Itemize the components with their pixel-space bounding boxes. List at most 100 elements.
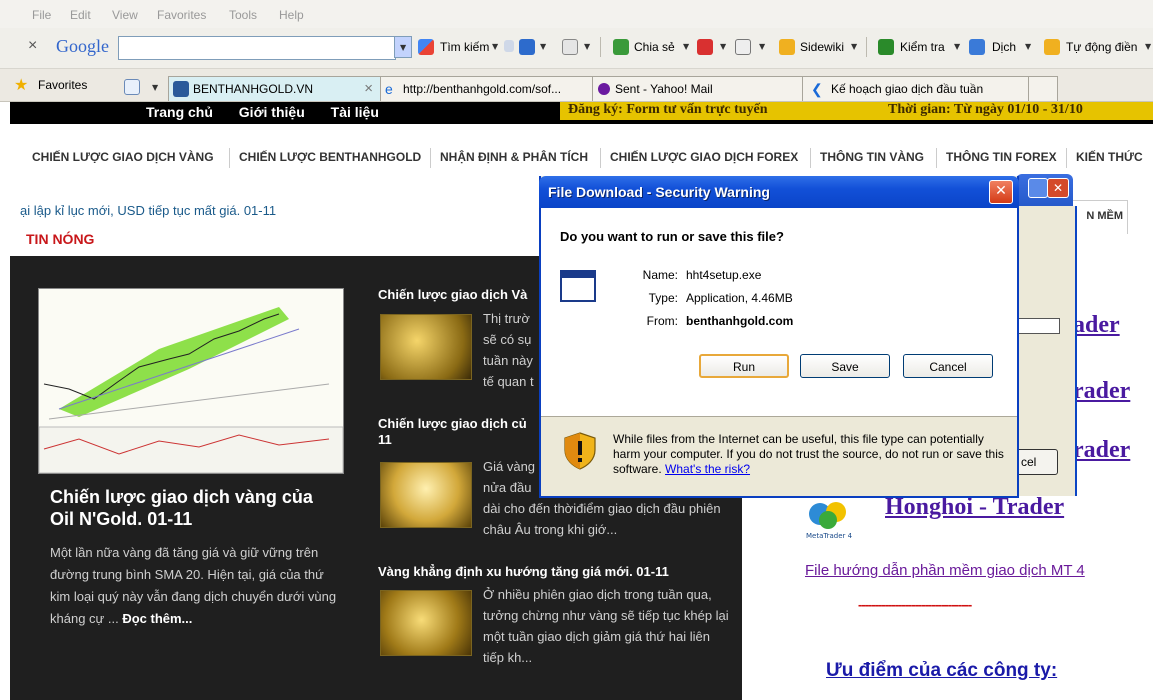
mail-icon[interactable] — [735, 39, 751, 55]
news-ticker[interactable]: ại lập kỉ lục mới, USD tiếp tục mất giá.… — [20, 203, 276, 218]
share-button[interactable]: Chia sẻ — [634, 40, 675, 54]
menu-help[interactable]: Help — [279, 8, 304, 22]
featured-article-title[interactable]: Chiến lược giao dịch vàng của Oil N'Gold… — [50, 486, 340, 530]
tab-yahoo-mail[interactable]: Sent - Yahoo! Mail — [592, 76, 804, 101]
trader-link-2[interactable]: rader — [1073, 378, 1130, 405]
chevron-down-icon[interactable]: ▼ — [683, 42, 689, 51]
search-icon — [418, 39, 434, 55]
menu-forex[interactable]: CHIẾN LƯỢC GIAO DỊCH FOREX — [610, 150, 798, 164]
article-title-3[interactable]: Vàng khẳng định xu hướng tăng giá mới. 0… — [378, 564, 669, 580]
search-button[interactable]: Tìm kiếm — [440, 40, 489, 54]
window-icon[interactable] — [519, 39, 535, 55]
article-thumbnail-2[interactable] — [380, 462, 472, 528]
dialog-divider — [541, 416, 1017, 417]
nav-gioi-thieu[interactable]: Giới thiệu — [239, 104, 305, 120]
file-name-value: hht4setup.exe — [686, 268, 762, 282]
chevron-down-icon[interactable]: ▼ — [759, 42, 765, 51]
menu-chien-luoc-benthanhgold[interactable]: CHIẾN LƯỢC BENTHANHGOLD — [239, 150, 421, 164]
translate-icon — [969, 39, 985, 55]
run-button[interactable]: Run — [699, 354, 789, 378]
chevron-down-icon[interactable]: ▼ — [851, 42, 857, 51]
toolbar-close-button[interactable]: × — [28, 37, 37, 55]
menu-view[interactable]: View — [112, 8, 138, 22]
new-tab-button[interactable] — [1028, 76, 1058, 101]
share-icon — [613, 39, 629, 55]
close-tab-icon[interactable]: × — [364, 77, 373, 101]
featured-chart-image[interactable] — [38, 288, 344, 474]
maximize-icon[interactable] — [1028, 178, 1048, 198]
nav-tai-lieu[interactable]: Tài liệu — [331, 104, 379, 120]
gold-chart-graphic — [38, 289, 344, 474]
article-thumbnail-1[interactable] — [380, 314, 472, 380]
advantages-heading[interactable]: Ưu điểm của các công ty: — [826, 660, 1057, 682]
metatrader-logo: MetaTrader 4 — [806, 498, 858, 540]
marquee-banner[interactable]: Đăng ký: Form tư vấn trực tuyến Thời gia… — [560, 102, 1153, 120]
featured-article-body: Một lần nữa vàng đã tăng giá và giữ vững… — [50, 545, 337, 626]
menu-chien-luoc-vang[interactable]: CHIẾN LƯỢC GIAO DỊCH VÀNG — [32, 150, 214, 164]
page-icon[interactable] — [562, 39, 578, 55]
save-button[interactable]: Save — [800, 354, 890, 378]
background-window-input[interactable] — [1016, 318, 1060, 334]
application-file-icon — [560, 270, 596, 302]
spellcheck-button[interactable]: Kiểm tra — [900, 40, 945, 54]
menu-thong-tin-forex[interactable]: THÔNG TIN FOREX — [946, 150, 1057, 164]
google-search-input[interactable] — [118, 36, 396, 60]
chevron-down-icon[interactable]: ▼ — [492, 42, 498, 51]
hot-news-heading: TIN NÓNG — [26, 231, 95, 247]
trader-link-honghoi[interactable]: Honghoi - Trader — [885, 494, 1064, 521]
trader-link-1[interactable]: ader — [1073, 312, 1120, 339]
pencil-icon — [779, 39, 795, 55]
file-from-value: benthanhgold.com — [686, 314, 794, 328]
nav-arrows-icon[interactable] — [504, 40, 514, 52]
chevron-down-icon[interactable]: ▼ — [954, 42, 960, 51]
tab-label: BENTHANHGOLD.VN — [193, 82, 314, 96]
tab-benthanhgold-software[interactable]: e http://benthanhgold.com/sof... — [380, 76, 594, 101]
yahoo-icon — [598, 83, 610, 95]
cancel-button[interactable]: Cancel — [903, 354, 993, 378]
file-name-label: Name: — [642, 268, 678, 282]
mt4-guide-link[interactable]: File hướng dẫn phần mềm giao dịch MT 4 — [805, 562, 1085, 579]
chevron-down-icon[interactable]: ▼ — [584, 42, 590, 51]
dialog-question: Do you want to run or save this file? — [560, 229, 784, 244]
menu-file[interactable]: File — [32, 8, 51, 22]
quick-tabs-icon[interactable] — [124, 79, 140, 95]
menu-tools[interactable]: Tools — [229, 8, 257, 22]
tab-label: http://benthanhgold.com/sof... — [403, 82, 562, 96]
menu-nhan-dinh[interactable]: NHẬN ĐỊNH & PHÂN TÍCH — [440, 150, 588, 164]
file-type-value: Application, 4.46MB — [686, 291, 793, 305]
article-title-2[interactable]: Chiến lược giao dịch củ — [378, 416, 538, 432]
sidewiki-button[interactable]: Sidewiki — [800, 40, 844, 54]
chevron-down-icon[interactable]: ▼ — [720, 42, 726, 51]
close-icon[interactable]: ✕ — [1047, 178, 1069, 198]
dialog-close-button[interactable]: ✕ — [989, 180, 1013, 204]
article-title-1[interactable]: Chiến lược giao dịch Và — [378, 287, 538, 303]
chevron-down-icon[interactable]: ▼ — [152, 83, 158, 92]
menu-favorites[interactable]: Favorites — [157, 8, 206, 22]
star-icon: ★ — [14, 75, 29, 94]
bookmark-icon[interactable] — [697, 39, 713, 55]
dialog-title: File Download - Security Warning — [548, 184, 770, 200]
tab-ke-hoach[interactable]: ❮ Kế hoạch giao dịch đầu tuần — [802, 76, 1030, 101]
read-more-link[interactable]: Đọc thêm... — [122, 611, 192, 626]
favorites-button[interactable]: Favorites — [38, 78, 87, 92]
chevron-down-icon[interactable]: ▼ — [540, 42, 546, 51]
security-warning-text: While files from the Internet can be use… — [613, 432, 1005, 477]
chevron-down-icon[interactable]: ▼ — [1145, 42, 1151, 51]
chevron-down-icon[interactable]: ▼ — [1025, 42, 1031, 51]
background-cancel-button[interactable]: cel — [1016, 449, 1058, 475]
menu-edit[interactable]: Edit — [70, 8, 91, 22]
whats-the-risk-link[interactable]: What's the risk? — [665, 462, 750, 476]
menu-thong-tin-vang[interactable]: THÔNG TIN VÀNG — [820, 150, 924, 164]
marquee-time: Thời gian: Từ ngày 01/10 - 31/10 — [888, 102, 1083, 117]
translate-button[interactable]: Dịch — [992, 40, 1016, 54]
article-title-2-date[interactable]: 11 — [378, 432, 392, 448]
marquee-register[interactable]: Đăng ký: Form tư vấn trực tuyến — [568, 102, 768, 118]
nav-trang-chu[interactable]: Trang chủ — [146, 104, 213, 120]
autofill-icon — [1044, 39, 1060, 55]
search-dropdown-button[interactable]: ▼ — [394, 36, 412, 58]
tab-benthanhgold[interactable]: BENTHANHGOLD.VN × — [168, 76, 382, 101]
article-thumbnail-3[interactable] — [380, 590, 472, 656]
autofill-button[interactable]: Tự động điền — [1066, 40, 1137, 54]
trader-link-3[interactable]: rader — [1073, 437, 1130, 464]
menu-kien-thuc[interactable]: KIẾN THỨC — [1076, 150, 1143, 164]
